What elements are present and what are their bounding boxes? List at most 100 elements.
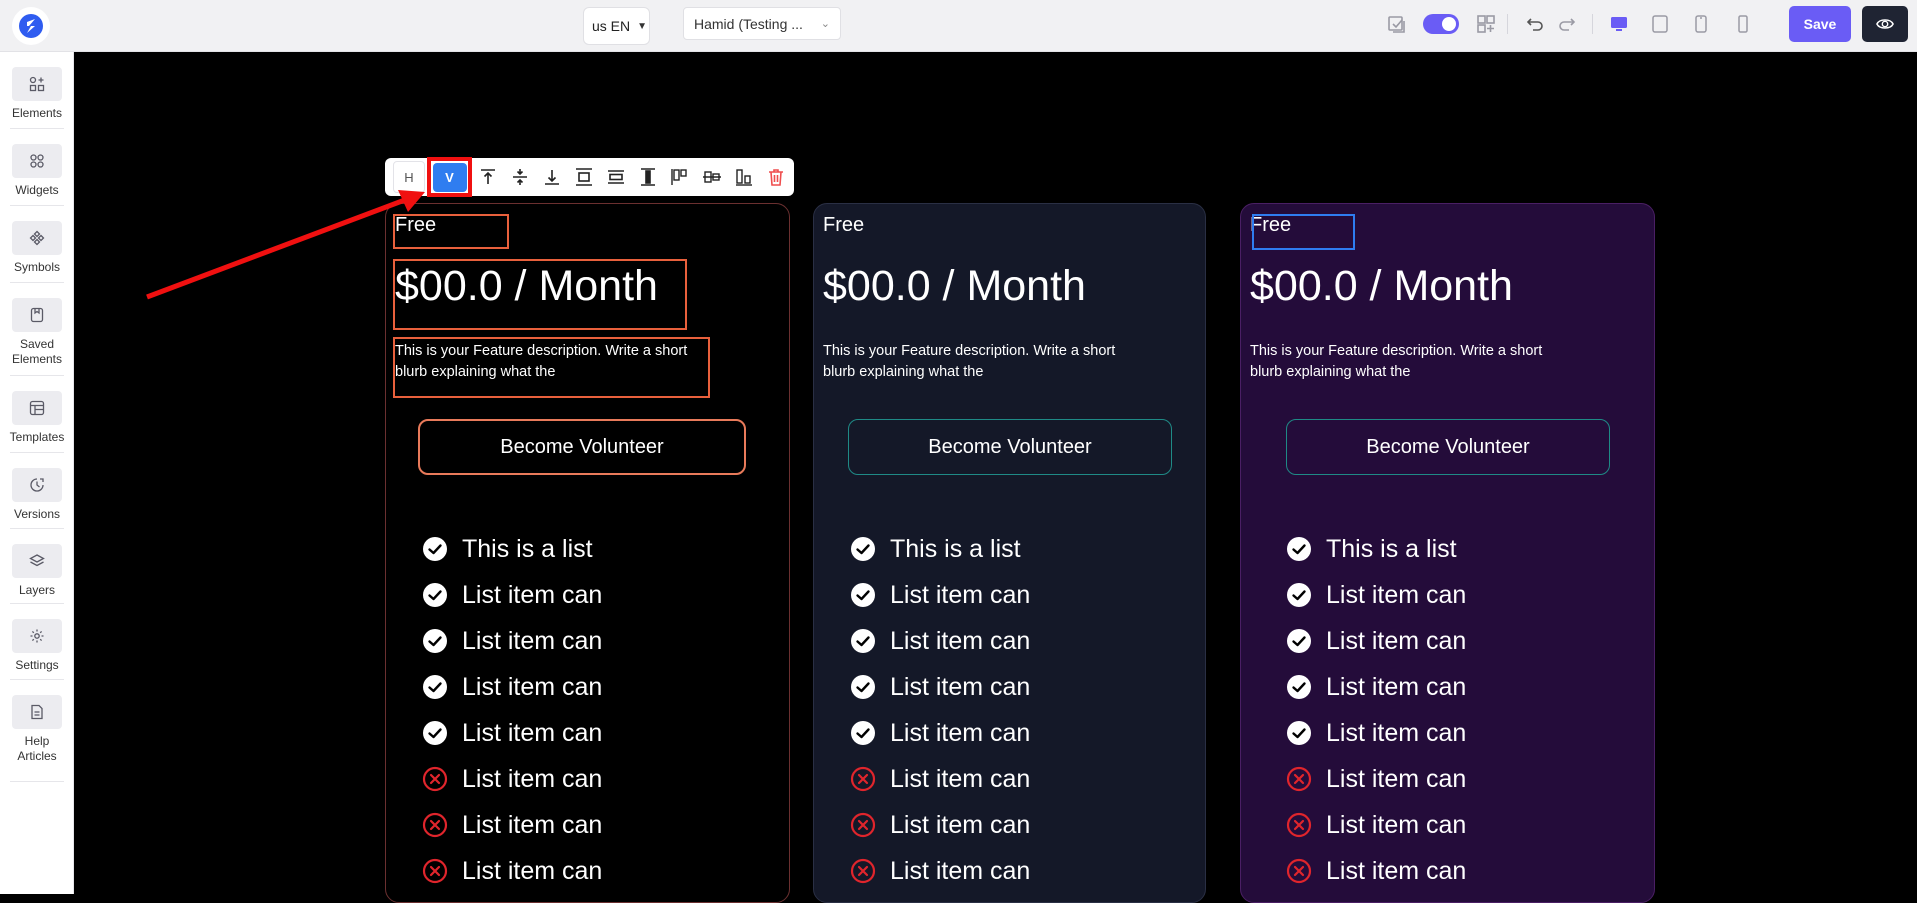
save-button[interactable]: Save (1789, 6, 1851, 42)
align-middle-icon[interactable] (504, 161, 536, 193)
delete-icon[interactable] (760, 161, 792, 193)
feature-list: This is a list List item can List item can… (850, 526, 1030, 894)
sidebar-item-elements[interactable]: Elements (0, 67, 74, 121)
list-item[interactable]: List item can (422, 802, 602, 848)
list-item[interactable]: List item can (422, 710, 602, 756)
gear-icon (12, 619, 62, 653)
mobile-landscape-icon[interactable] (1690, 13, 1712, 35)
redo-icon[interactable] (1556, 13, 1578, 35)
sidebar-item-symbols[interactable]: Symbols (0, 221, 74, 275)
vertical-layout-button[interactable]: V (432, 162, 467, 192)
pricing-card[interactable]: Free $00.0 / Month This is your Feature … (385, 203, 790, 903)
align-bottom-items-icon[interactable] (728, 161, 760, 193)
sidebar-item-templates[interactable]: Templates (0, 391, 74, 445)
become-volunteer-button[interactable]: Become Volunteer (418, 419, 746, 475)
cross-circle-icon (422, 766, 448, 792)
align-bottom-icon[interactable] (536, 161, 568, 193)
language-select[interactable]: us EN ▼ (583, 7, 650, 45)
list-item[interactable]: This is a list (850, 526, 1030, 572)
become-volunteer-button[interactable]: Become Volunteer (1286, 419, 1610, 475)
grid-toggle[interactable] (1423, 14, 1459, 34)
list-item-text: List item can (1326, 810, 1467, 839)
list-item[interactable]: List item can (1286, 664, 1466, 710)
left-sidebar: Elements Widgets Symbols Saved Elements … (0, 52, 74, 894)
check-circle-icon (1287, 721, 1311, 745)
sidebar-item-versions[interactable]: Versions (0, 468, 74, 522)
logo-icon (19, 14, 43, 38)
sidebar-item-saved-elements[interactable]: Saved Elements (0, 298, 74, 367)
sidebar-item-settings[interactable]: Settings (0, 619, 74, 673)
plan-description[interactable]: This is your Feature description. Write … (823, 341, 1128, 383)
selection-outline (393, 259, 687, 330)
pricing-card[interactable]: Free $00.0 / Month This is your Feature … (813, 203, 1206, 903)
list-item[interactable]: List item can (850, 572, 1030, 618)
plan-description[interactable]: This is your Feature description. Write … (1250, 341, 1555, 383)
list-item[interactable]: List item can (850, 618, 1030, 664)
sidebar-item-label: Help Articles (17, 734, 57, 763)
list-item[interactable]: List item can (422, 664, 602, 710)
list-item[interactable]: List item can (422, 572, 602, 618)
list-item[interactable]: This is a list (422, 526, 602, 572)
list-item[interactable]: List item can (1286, 848, 1466, 894)
user-select[interactable]: Hamid (Testing ... ⌄ (683, 7, 841, 40)
center-vertical-icon[interactable] (600, 161, 632, 193)
list-item[interactable]: List item can (422, 756, 602, 802)
check-circle-icon (423, 537, 447, 561)
horizontal-layout-button[interactable]: H (393, 161, 425, 193)
list-item[interactable]: List item can (850, 664, 1030, 710)
plan-price[interactable]: $00.0 / Month (1250, 262, 1513, 311)
list-item[interactable]: List item can (850, 710, 1030, 756)
list-item[interactable]: This is a list (1286, 526, 1466, 572)
list-item[interactable]: List item can (1286, 710, 1466, 756)
sidebar-item-help-articles[interactable]: Help Articles (0, 695, 74, 764)
list-item-text: List item can (1326, 856, 1467, 885)
pricing-card[interactable]: Free $00.0 / Month This is your Feature … (1240, 203, 1655, 903)
list-item[interactable]: List item can (1286, 756, 1466, 802)
check-circle-icon (851, 629, 875, 653)
list-item[interactable]: List item can (850, 756, 1030, 802)
sidebar-item-layers[interactable]: Layers (0, 544, 74, 598)
undo-icon[interactable] (1524, 13, 1546, 35)
sidebar-divider (10, 679, 64, 680)
annotation-highlight: V (427, 157, 472, 197)
list-item-text: List item can (462, 764, 603, 793)
sidebar-divider (10, 603, 64, 604)
list-item[interactable]: List item can (1286, 802, 1466, 848)
sidebar-item-widgets[interactable]: Widgets (0, 144, 74, 198)
list-item[interactable]: List item can (422, 848, 602, 894)
tablet-view-icon[interactable] (1649, 13, 1671, 35)
plan-price[interactable]: $00.0 / Month (823, 262, 1086, 311)
become-volunteer-button[interactable]: Become Volunteer (848, 419, 1172, 475)
sidebar-item-label: Templates (9, 430, 65, 444)
sidebar-divider (10, 452, 64, 453)
selection-outline (393, 214, 509, 249)
align-left-items-icon[interactable] (664, 161, 696, 193)
widgets-icon (12, 144, 62, 178)
add-grid-icon[interactable] (1475, 13, 1497, 35)
checklist-icon[interactable] (1386, 13, 1408, 35)
desktop-view-icon[interactable] (1608, 13, 1630, 35)
mobile-view-icon[interactable] (1732, 13, 1754, 35)
list-item[interactable]: List item can (850, 802, 1030, 848)
sidebar-item-label: Layers (18, 583, 56, 597)
app-logo[interactable] (12, 7, 50, 45)
align-center-items-icon[interactable] (696, 161, 728, 193)
check-circle-icon (1287, 537, 1311, 561)
list-item-text: List item can (1326, 626, 1467, 655)
list-item[interactable]: List item can (1286, 572, 1466, 618)
check-circle-icon (423, 675, 447, 699)
plan-name[interactable]: Free (823, 214, 864, 237)
distribute-vertical-icon[interactable] (568, 161, 600, 193)
layers-icon (12, 544, 62, 578)
list-item[interactable]: List item can (422, 618, 602, 664)
align-top-icon[interactable] (472, 161, 504, 193)
sidebar-item-label: Elements (11, 106, 63, 120)
sidebar-item-label: Saved Elements (11, 337, 63, 366)
stretch-vertical-icon[interactable] (632, 161, 664, 193)
language-value: us EN (592, 18, 631, 34)
list-item[interactable]: List item can (850, 848, 1030, 894)
divider (1592, 14, 1593, 34)
feature-list: This is a list List item can List item can… (422, 526, 602, 894)
list-item[interactable]: List item can (1286, 618, 1466, 664)
preview-button[interactable] (1862, 6, 1908, 42)
